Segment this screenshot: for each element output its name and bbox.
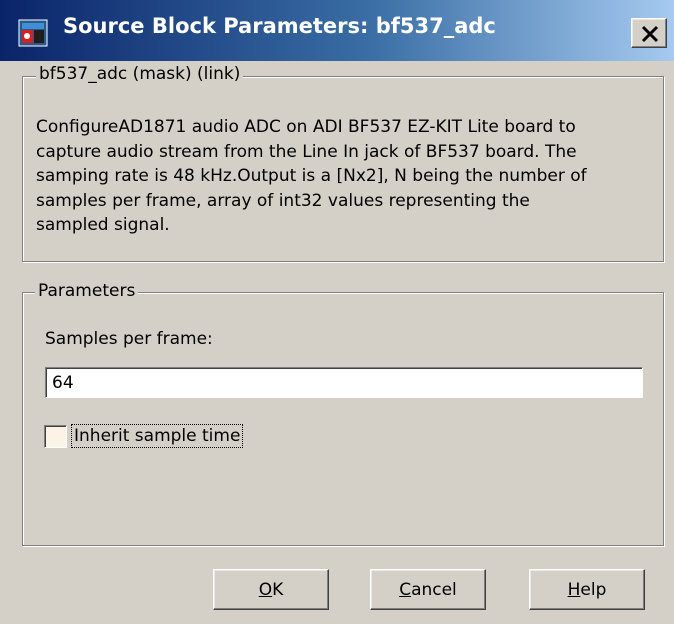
ok-button[interactable]: OK [213,569,329,610]
cancel-mnemonic: C [399,579,412,600]
title-bar: Source Block Parameters: bf537_adc [0,0,674,61]
inherit-sample-time-label[interactable]: Inherit sample time [71,424,244,448]
samples-per-frame-label: Samples per frame: [45,329,213,349]
inherit-sample-time-checkbox[interactable] [44,425,67,448]
description-line: samping rate is 48 kHz.Output is a [Nx2]… [36,166,587,186]
window-title: Source Block Parameters: bf537_adc [63,14,496,38]
mask-description: ConfigureAD1871 audio ADC on ADI BF537 E… [36,115,646,238]
samples-per-frame-input[interactable] [45,367,643,398]
ok-label-rest: K [272,579,284,600]
cancel-button[interactable]: Cancel [370,569,486,610]
simulink-block-icon [18,19,48,47]
close-button[interactable] [631,18,667,48]
description-line: sampled signal. [36,215,170,235]
help-label-rest: elp [580,579,607,600]
help-button[interactable]: Help [529,569,645,610]
cancel-label-rest: ancel [411,579,457,600]
description-line: samples per frame, array of int32 values… [36,190,530,211]
description-line: capture audio stream from the Line In ja… [36,141,577,162]
description-line: ConfigureAD1871 audio ADC on ADI BF537 E… [36,117,576,137]
parameters-group-legend: Parameters [35,281,139,301]
help-mnemonic: H [567,579,581,600]
close-x-icon [641,25,659,43]
mask-group-legend: bf537_adc (mask) (link) [36,64,244,84]
ok-mnemonic: O [258,579,273,600]
